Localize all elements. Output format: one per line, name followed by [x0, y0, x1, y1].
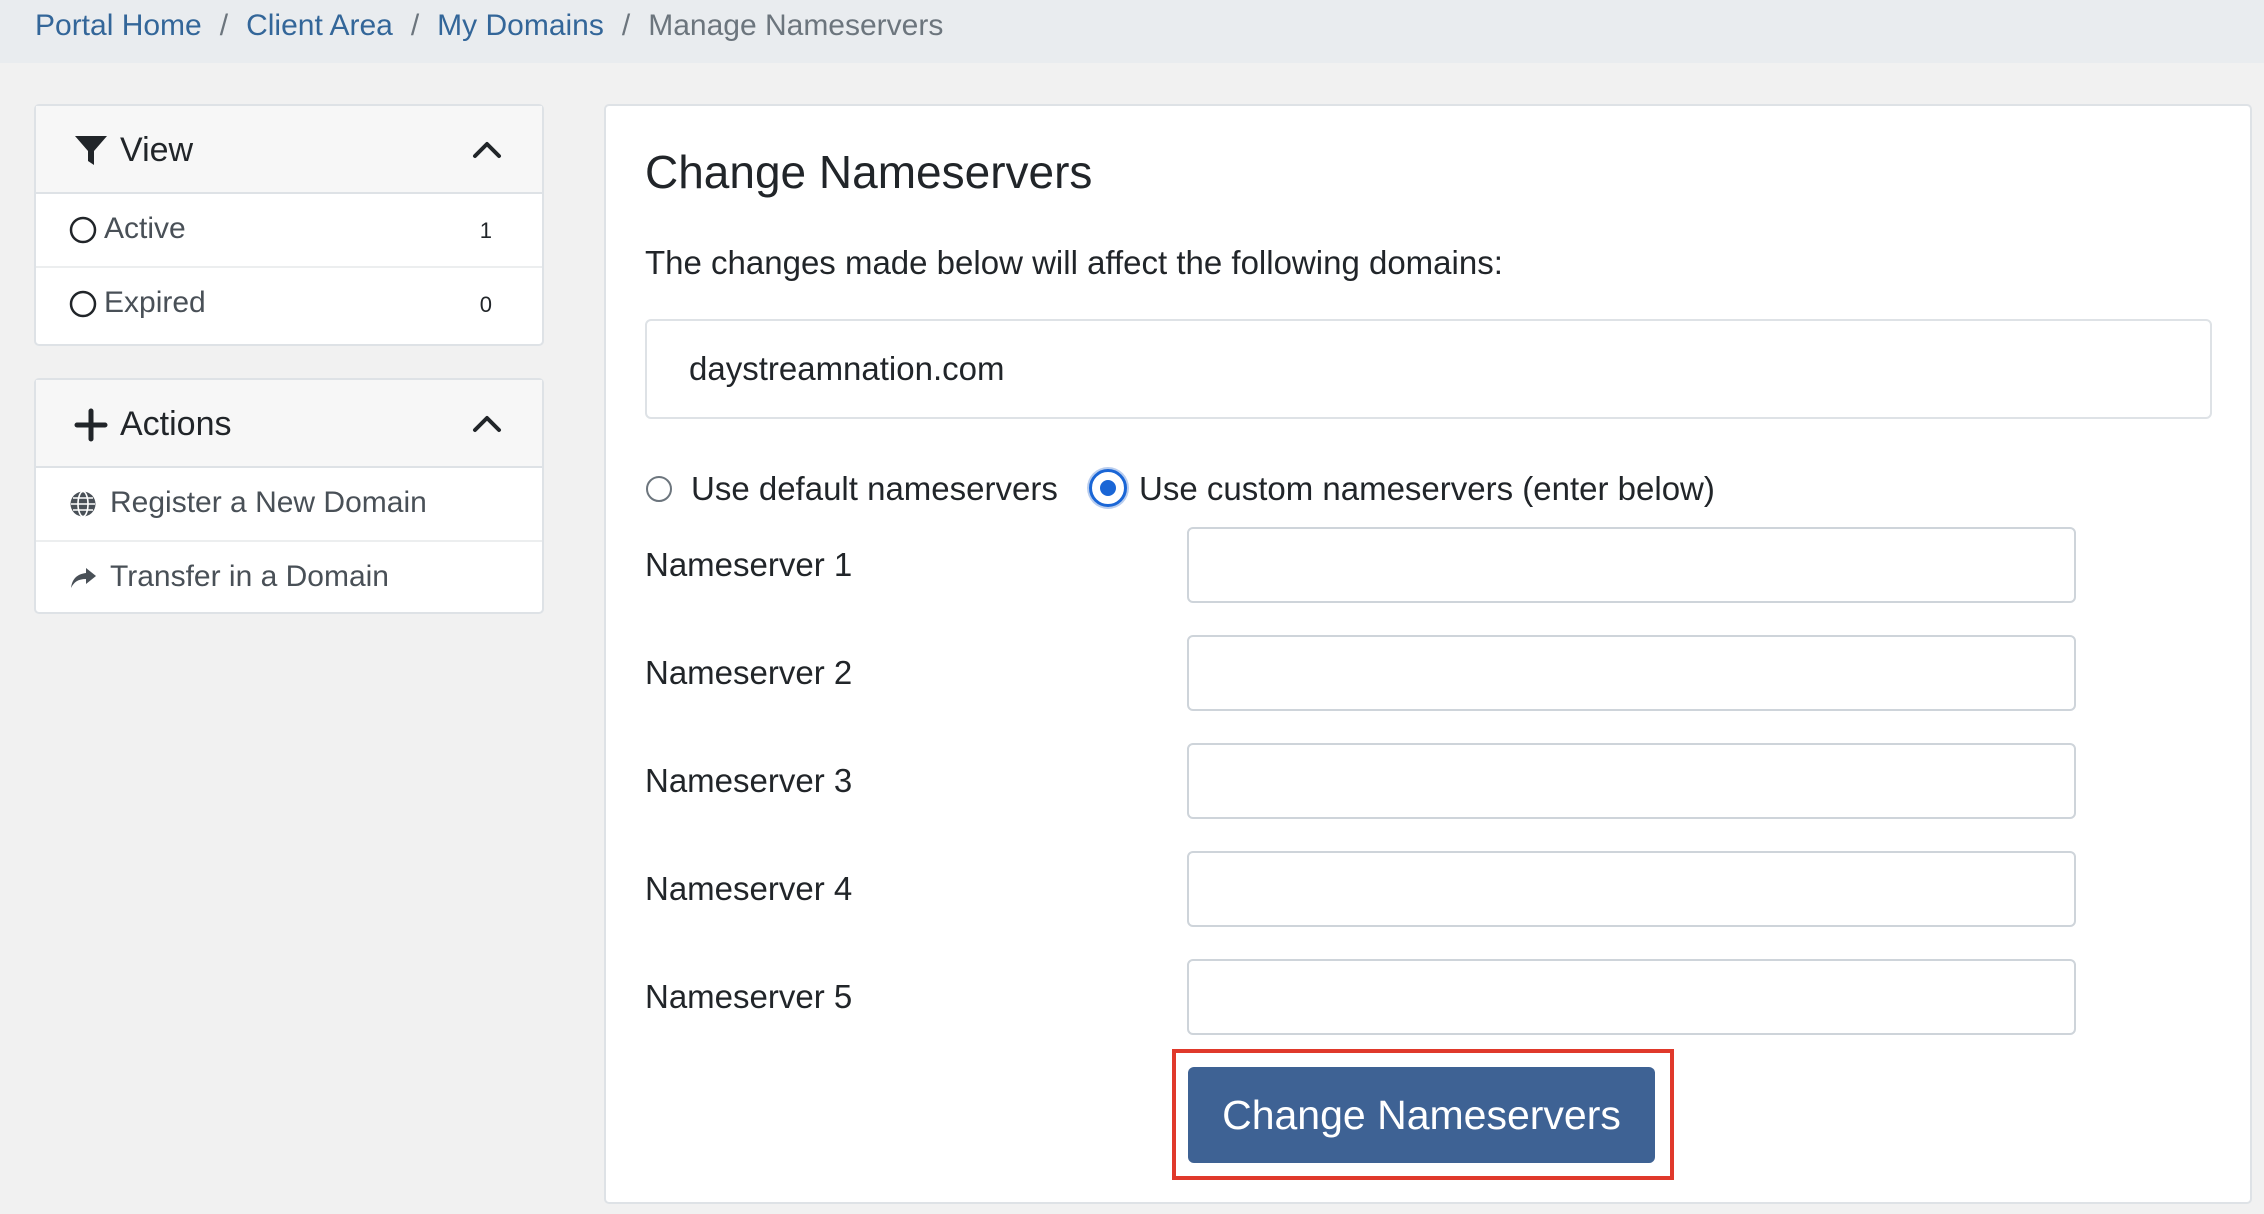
- default-nameservers-radio[interactable]: [646, 476, 672, 502]
- nameserver-4-input[interactable]: [1187, 851, 2076, 927]
- nameserver-4-label: Nameserver 4: [645, 870, 853, 907]
- view-filter-active-label: Active: [104, 212, 186, 245]
- globe-icon: [70, 490, 96, 518]
- view-panel-title: View: [120, 131, 194, 169]
- nameserver-2-label: Nameserver 2: [645, 654, 853, 691]
- view-filter-expired-count: 0: [479, 292, 492, 317]
- nameserver-1-label: Nameserver 1: [645, 546, 853, 583]
- actions-panel: Actions Register a New Domain Transfer i…: [34, 378, 544, 614]
- nameserver-3-input[interactable]: [1187, 743, 2076, 819]
- affected-domains-description: The changes made below will affect the f…: [645, 244, 1503, 281]
- nameserver-5-input[interactable]: [1187, 959, 2076, 1035]
- action-transfer-domain-label: Transfer in a Domain: [110, 560, 389, 593]
- chevron-up-icon[interactable]: [472, 138, 502, 160]
- view-panel: View Active 1 Expired 0: [34, 104, 544, 346]
- radio-circle-icon: [69, 290, 97, 318]
- nameserver-5-label: Nameserver 5: [645, 978, 853, 1015]
- filter-icon: [75, 136, 107, 165]
- breadcrumb-separator: /: [219, 9, 229, 42]
- default-nameservers-label: Use default nameservers: [691, 470, 1058, 507]
- actions-panel-title: Actions: [120, 405, 232, 443]
- breadcrumb-current: Manage Nameservers: [648, 9, 944, 42]
- view-filter-active-count: 1: [479, 218, 492, 243]
- action-register-domain-label: Register a New Domain: [110, 486, 427, 519]
- action-transfer-domain[interactable]: Transfer in a Domain: [36, 542, 542, 616]
- affected-domain: daystreamnation.com: [689, 350, 1005, 387]
- breadcrumb-separator: /: [621, 9, 631, 42]
- use-custom-nameservers-option[interactable]: Use custom nameservers (enter below): [1089, 467, 1729, 513]
- share-arrow-icon: [71, 568, 96, 588]
- view-filter-expired[interactable]: Expired 0: [36, 268, 542, 342]
- breadcrumb: Portal Home / Client Area / My Domains / Manag…: [35, 8, 943, 44]
- nameserver-3-label: Nameserver 3: [645, 762, 853, 799]
- custom-nameservers-label: Use custom nameservers (enter below): [1139, 470, 1715, 507]
- nameserver-2-input[interactable]: [1187, 635, 2076, 711]
- radio-selected-dot: [1100, 480, 1116, 496]
- page-title: Change Nameservers: [645, 146, 1093, 198]
- use-default-nameservers-option[interactable]: Use default nameservers: [645, 467, 1065, 513]
- breadcrumb-client-area[interactable]: Client Area: [246, 9, 393, 42]
- actions-panel-header[interactable]: Actions: [36, 380, 542, 468]
- view-panel-header[interactable]: View: [36, 106, 542, 194]
- view-filter-expired-label: Expired: [104, 286, 206, 319]
- view-filter-active[interactable]: Active 1: [36, 194, 542, 268]
- breadcrumb-portal-home[interactable]: Portal Home: [35, 9, 202, 42]
- breadcrumb-my-domains[interactable]: My Domains: [437, 9, 604, 42]
- change-nameservers-button[interactable]: Change Nameservers: [1188, 1067, 1655, 1163]
- plus-icon: [74, 408, 108, 442]
- action-register-domain[interactable]: Register a New Domain: [36, 468, 542, 542]
- breadcrumb-separator: /: [410, 9, 420, 42]
- breadcrumb-bar: Portal Home / Client Area / My Domains / Manag…: [0, 0, 2264, 63]
- radio-circle-icon: [69, 216, 97, 244]
- nameserver-1-input[interactable]: [1187, 527, 2076, 603]
- chevron-up-icon[interactable]: [472, 412, 502, 434]
- affected-domains-box: daystreamnation.com: [645, 319, 2212, 419]
- custom-nameservers-radio[interactable]: [1089, 469, 1127, 507]
